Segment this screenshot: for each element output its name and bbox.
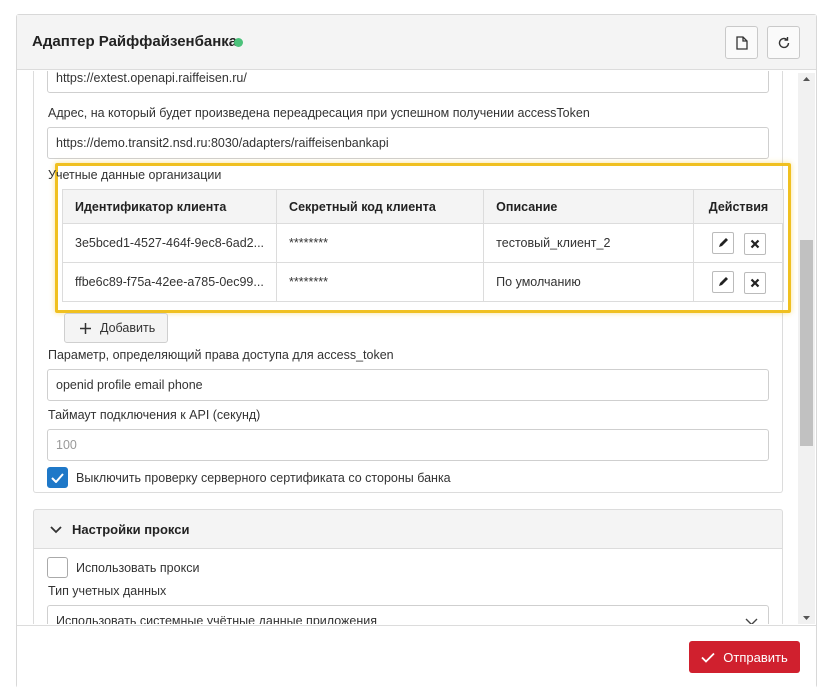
adapter-window: Адаптер Райффайзенбанка https://extest.o… <box>16 14 817 688</box>
col-secret: Секретный код клиента <box>276 189 485 224</box>
chevron-down-icon <box>50 526 62 534</box>
description-cell: тестовый_клиент_2 <box>483 223 694 263</box>
close-icon <box>750 278 759 287</box>
check-icon <box>701 652 715 663</box>
scrollbar[interactable] <box>798 73 815 624</box>
cred-type-value: Использовать системные учётные данные пр… <box>56 614 377 624</box>
disable-cert-checkbox[interactable] <box>47 467 68 488</box>
status-indicator <box>234 38 243 47</box>
use-proxy-label: Использовать прокси <box>76 561 200 575</box>
cred-type-label: Тип учетных данных <box>48 584 167 598</box>
col-client-id: Идентификатор клиента <box>61 189 278 224</box>
secret-cell: ******** <box>276 223 485 263</box>
window-footer: Отправить <box>17 625 816 688</box>
delete-button[interactable] <box>743 271 766 294</box>
scroll-up-icon <box>803 77 810 81</box>
refresh-button[interactable] <box>767 26 800 59</box>
file-icon <box>735 35 748 50</box>
proxy-section-header[interactable]: Настройки прокси <box>33 509 783 549</box>
col-description: Описание <box>483 189 694 224</box>
col-actions: Действия <box>693 189 784 224</box>
credentials-label: Учетные данные организации <box>48 168 222 182</box>
edit-button[interactable] <box>711 231 734 254</box>
use-proxy-checkbox[interactable] <box>47 557 68 578</box>
chevron-down-icon <box>745 618 758 624</box>
form-scroll-area: https://extest.openapi.raiffeisen.ru/ Ад… <box>17 71 816 624</box>
refresh-icon <box>778 36 789 48</box>
description-cell: По умолчанию <box>483 262 694 302</box>
client-id-cell: ffbe6c89-f75a-42ee-a785-0ec99... <box>61 262 278 302</box>
pencil-icon <box>718 237 728 247</box>
table-header-row: Идентификатор клиента Секретный код клие… <box>61 189 784 224</box>
credentials-table: Идентификатор клиента Секретный код клие… <box>61 189 784 302</box>
connection-settings-panel: https://extest.openapi.raiffeisen.ru/ Ад… <box>33 71 791 493</box>
disable-cert-label: Выключить проверку серверного сертификат… <box>76 471 451 485</box>
delete-button[interactable] <box>743 232 766 255</box>
close-icon <box>750 239 759 248</box>
submit-button[interactable]: Отправить <box>689 641 800 673</box>
window-header: Адаптер Райффайзенбанка <box>17 15 816 70</box>
submit-label: Отправить <box>723 649 788 665</box>
timeout-field[interactable]: 100 <box>47 429 769 461</box>
plus-icon <box>80 322 91 334</box>
add-label: Добавить <box>100 321 156 335</box>
scrollbar-thumb[interactable] <box>800 240 813 446</box>
scope-label: Параметр, определяющий права доступа для… <box>48 348 394 362</box>
pencil-icon <box>718 276 728 286</box>
client-id-cell: 3e5bced1-4527-464f-9ec8-6ad2... <box>61 223 278 263</box>
actions-cell <box>693 223 784 263</box>
document-button[interactable] <box>725 26 758 59</box>
proxy-section-body: Использовать прокси Тип учетных данных И… <box>33 549 783 624</box>
cred-type-select[interactable]: Использовать системные учётные данные пр… <box>47 605 769 624</box>
page-title: Адаптер Райффайзенбанка <box>32 33 238 50</box>
add-credential-button[interactable]: Добавить <box>64 313 168 343</box>
scope-field[interactable]: openid profile email phone <box>47 369 769 401</box>
base-url-field[interactable]: https://extest.openapi.raiffeisen.ru/ <box>47 71 769 93</box>
check-icon <box>51 472 64 483</box>
actions-cell <box>693 262 784 302</box>
secret-cell: ******** <box>276 262 485 302</box>
timeout-label: Таймаут подключения к API (секунд) <box>48 408 261 422</box>
scroll-down-icon <box>803 616 810 620</box>
redirect-label: Адрес, на который будет произведена пере… <box>48 106 590 120</box>
table-row: ffbe6c89-f75a-42ee-a785-0ec99... *******… <box>61 262 784 302</box>
table-row: 3e5bced1-4527-464f-9ec8-6ad2... ********… <box>61 223 784 263</box>
redirect-url-field[interactable]: https://demo.transit2.nsd.ru:8030/adapte… <box>47 127 769 159</box>
proxy-section-title: Настройки прокси <box>72 522 190 537</box>
edit-button[interactable] <box>711 270 734 293</box>
